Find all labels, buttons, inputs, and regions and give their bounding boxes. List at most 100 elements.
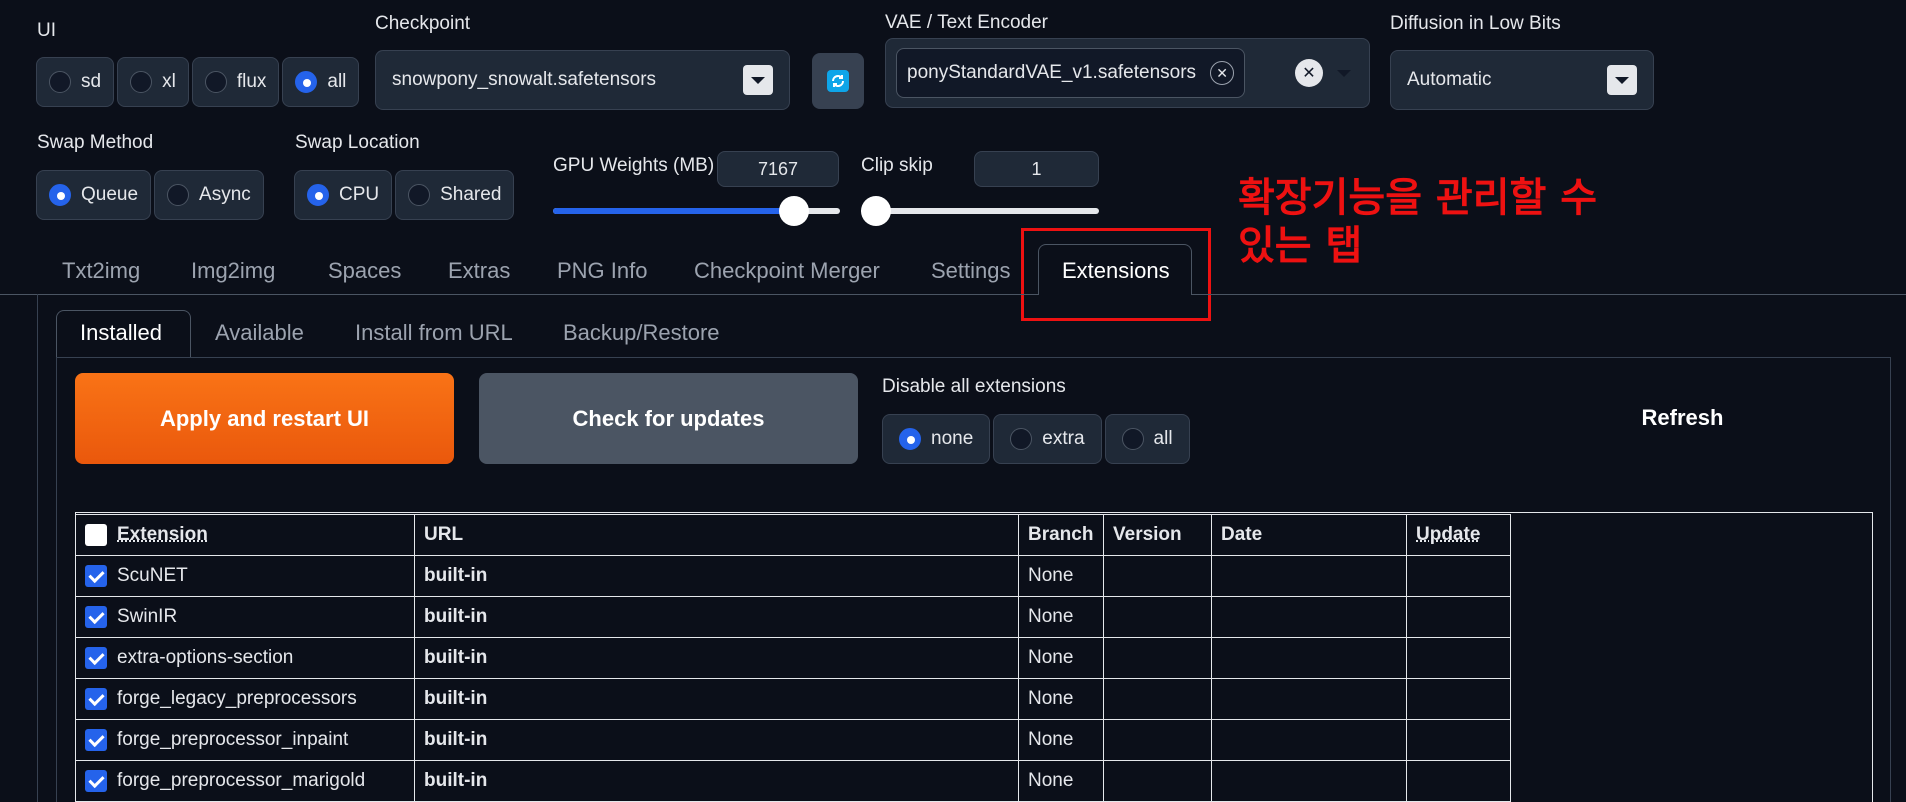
tab-png-info[interactable]: PNG Info xyxy=(557,258,647,284)
tab-spaces[interactable]: Spaces xyxy=(328,258,401,284)
row-name-label: ScuNET xyxy=(117,565,188,586)
radio-icon xyxy=(1121,428,1144,450)
radio-selected-icon xyxy=(307,184,329,206)
table-row: ScuNET built-in None xyxy=(75,555,1511,597)
slider-thumb[interactable] xyxy=(779,196,810,226)
chevron-down-icon[interactable] xyxy=(743,65,773,95)
apply-restart-button[interactable]: Apply and restart UI xyxy=(75,373,454,464)
check-updates-button[interactable]: Check for updates xyxy=(479,373,858,464)
disable-none[interactable]: none xyxy=(882,414,991,464)
extension-checkbox[interactable] xyxy=(85,769,107,792)
table-row: extra-options-section built-in None xyxy=(75,637,1511,679)
annotation-line-2: 있는 탭 xyxy=(1238,223,1363,269)
chevron-down-icon[interactable] xyxy=(1329,58,1359,88)
subtab-available[interactable]: Available xyxy=(215,320,304,346)
cell-name: extra-options-section xyxy=(75,637,415,679)
cell-update xyxy=(1406,555,1511,597)
extensions-table: Extension URL Branch Version Date Update… xyxy=(75,514,1511,802)
row-name-label: forge_preprocessor_inpaint xyxy=(117,729,349,750)
refresh-button[interactable]: Refresh xyxy=(1600,398,1765,438)
cell-url: built-in xyxy=(414,719,1019,761)
remove-chip-icon[interactable]: ✕ xyxy=(1210,61,1235,85)
subtab-install-from-url[interactable]: Install from URL xyxy=(355,320,513,346)
swap-location-shared[interactable]: Shared xyxy=(395,170,515,220)
ui-option-sd[interactable]: sd xyxy=(36,57,115,107)
cell-version xyxy=(1103,719,1212,761)
disable-extra[interactable]: extra xyxy=(993,414,1102,464)
disable-all[interactable]: all xyxy=(1104,414,1190,464)
cell-date xyxy=(1211,637,1407,679)
subtab-backup-restore[interactable]: Backup/Restore xyxy=(563,320,720,346)
extension-checkbox[interactable] xyxy=(85,605,107,628)
cell-name: SwinIR xyxy=(75,596,415,638)
diffusion-label: Diffusion in Low Bits xyxy=(1390,13,1561,34)
radio-icon xyxy=(49,71,71,93)
ui-option-all[interactable]: all xyxy=(282,57,360,107)
extension-checkbox[interactable] xyxy=(85,728,107,751)
cell-branch: None xyxy=(1018,596,1104,638)
ui-radio-group: sd xl flux all xyxy=(36,57,360,107)
checkpoint-value: snowpony_snowalt.safetensors xyxy=(392,69,657,90)
cell-update xyxy=(1406,678,1511,720)
extension-checkbox[interactable] xyxy=(85,646,107,669)
cell-url: built-in xyxy=(414,596,1019,638)
refresh-checkpoint-button[interactable] xyxy=(812,53,864,109)
cell-branch: None xyxy=(1018,637,1104,679)
tab-img2img[interactable]: Img2img xyxy=(191,258,275,284)
cell-version xyxy=(1103,555,1212,597)
tab-settings[interactable]: Settings xyxy=(931,258,1011,284)
checkpoint-dropdown[interactable]: snowpony_snowalt.safetensors xyxy=(375,50,790,110)
vae-multiselect[interactable]: ponyStandardVAE_v1.safetensors ✕ ✕ xyxy=(885,38,1370,108)
gpu-weights-input[interactable]: 7167 xyxy=(717,151,839,187)
slider-thumb[interactable] xyxy=(861,196,891,226)
row-name-label: SwinIR xyxy=(117,606,178,627)
gpu-weights-slider[interactable] xyxy=(553,196,840,226)
cell-version xyxy=(1103,596,1212,638)
radio-icon xyxy=(130,71,153,93)
chevron-down-icon[interactable] xyxy=(1607,65,1637,95)
clear-icon[interactable]: ✕ xyxy=(1295,59,1323,87)
table-row: forge_preprocessor_marigold built-in Non… xyxy=(75,760,1511,802)
cell-date xyxy=(1211,760,1407,802)
cell-date xyxy=(1211,555,1407,597)
cell-url: built-in xyxy=(414,678,1019,720)
clip-skip-input[interactable]: 1 xyxy=(974,151,1099,187)
tab-extensions[interactable]: Extensions xyxy=(1062,258,1170,284)
select-all-checkbox[interactable] xyxy=(85,523,107,546)
slider-fill xyxy=(553,208,795,214)
refresh-icon xyxy=(827,70,849,92)
diffusion-dropdown[interactable]: Automatic xyxy=(1390,50,1654,110)
cell-update xyxy=(1406,719,1511,761)
cell-name: forge_preprocessor_marigold xyxy=(75,760,415,802)
extension-checkbox[interactable] xyxy=(85,687,107,710)
slider-track xyxy=(861,208,1099,214)
clip-skip-slider[interactable] xyxy=(861,196,1099,226)
cell-update xyxy=(1406,760,1511,802)
row-name-label: forge_legacy_preprocessors xyxy=(117,688,357,709)
disable-extensions-label: Disable all extensions xyxy=(882,376,1066,397)
cell-update xyxy=(1406,637,1511,679)
header-date: Date xyxy=(1211,514,1407,556)
extension-checkbox[interactable] xyxy=(85,564,107,587)
header-version: Version xyxy=(1103,514,1212,556)
swap-location-cpu[interactable]: CPU xyxy=(294,170,393,220)
cell-version xyxy=(1103,760,1212,802)
vae-chip-label: ponyStandardVAE_v1.safetensors xyxy=(907,62,1197,83)
swap-location-label: Swap Location xyxy=(295,132,420,153)
cell-branch: None xyxy=(1018,760,1104,802)
annotation-line-1: 확장기능을 관리할 수 xyxy=(1238,175,1598,221)
subtab-installed[interactable]: Installed xyxy=(80,320,162,346)
radio-icon xyxy=(408,184,431,206)
cell-branch: None xyxy=(1018,555,1104,597)
tab-checkpoint-merger[interactable]: Checkpoint Merger xyxy=(694,258,880,284)
tab-txt2img[interactable]: Txt2img xyxy=(62,258,140,284)
row-name-label: forge_preprocessor_marigold xyxy=(117,770,366,791)
swap-method-async[interactable]: Async xyxy=(154,170,264,220)
swap-method-queue[interactable]: Queue xyxy=(36,170,152,220)
ui-option-xl[interactable]: xl xyxy=(117,57,189,107)
header-branch: Branch xyxy=(1018,514,1104,556)
ui-option-flux[interactable]: flux xyxy=(191,57,280,107)
cell-url: built-in xyxy=(414,760,1019,802)
tab-extras[interactable]: Extras xyxy=(448,258,510,284)
ui-label: UI xyxy=(37,20,56,41)
